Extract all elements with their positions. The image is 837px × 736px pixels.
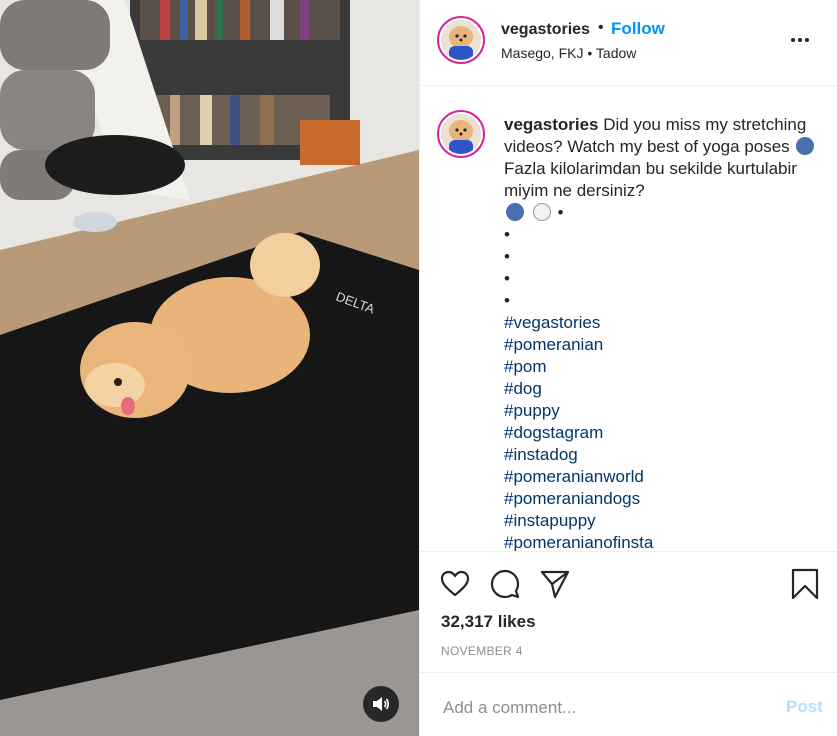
hashtag-link[interactable]: #pomeranianofinsta [504, 532, 819, 551]
caption-bullet: • [504, 247, 510, 266]
post-header: vegastories • Follow Masego, FKJ • Tadow [420, 0, 837, 86]
caption-bullet: • [504, 291, 510, 310]
sound-toggle-button[interactable] [363, 686, 399, 722]
username-link[interactable]: vegastories [501, 21, 590, 39]
comment-input[interactable] [441, 692, 745, 724]
caption-avatar[interactable] [437, 110, 485, 158]
caption-bullet: • [504, 225, 510, 244]
post-date: NOVEMBER 4 [441, 644, 523, 658]
hashtag-link[interactable]: #dogstagram [504, 422, 819, 444]
post-video[interactable]: DELTA [0, 0, 419, 736]
ghost-emoji-icon [532, 203, 551, 221]
likes-count[interactable]: 32,317 likes [441, 612, 536, 632]
dog-avatar-icon [441, 20, 481, 60]
hashtag-link[interactable]: #pomeranian [504, 334, 819, 356]
location-separator: • [587, 45, 593, 61]
post-sidebar: vegastories • Follow Masego, FKJ • Tadow [419, 0, 837, 736]
dog-face-emoji-icon [506, 203, 524, 221]
hashtag-link[interactable]: #vegastories [504, 312, 819, 334]
hashtag-link[interactable]: #instadog [504, 444, 819, 466]
caption-section: vegastories Did you miss my stretching v… [420, 86, 837, 552]
location-line: Masego, FKJ • Tadow [501, 45, 636, 61]
hashtag-link[interactable]: #pomeranianworld [504, 466, 819, 488]
post-comment-button[interactable]: Post [786, 697, 823, 717]
dog-avatar-icon [441, 114, 481, 154]
hashtag-link[interactable]: #puppy [504, 400, 819, 422]
caption-username-link[interactable]: vegastories [504, 115, 599, 134]
video-frame: DELTA [0, 0, 419, 736]
hashtag-link[interactable]: #pomeraniandogs [504, 488, 819, 510]
caption-dot: • [557, 203, 564, 222]
caption-bullet: • [504, 269, 510, 288]
more-options-icon[interactable] [790, 30, 816, 50]
hashtag-link[interactable]: #dog [504, 378, 819, 400]
dog-face-emoji-icon [796, 137, 815, 155]
hashtag-link[interactable]: #instapuppy [504, 510, 819, 532]
share-icon[interactable] [539, 568, 571, 600]
separator-dot: • [598, 19, 604, 36]
heart-icon[interactable] [439, 568, 471, 600]
caption-text: vegastories Did you miss my stretching v… [504, 114, 819, 551]
speaker-icon [373, 697, 390, 711]
action-bar: 32,317 likes NOVEMBER 4 [420, 553, 837, 673]
location-link[interactable]: Masego, FKJ [501, 45, 583, 61]
hashtag-link[interactable]: #pom [504, 356, 819, 378]
caption-line2: Fazla kilolarimdan bu sekilde kurtulabir… [504, 159, 797, 200]
follow-button[interactable]: Follow [611, 19, 665, 39]
bookmark-icon[interactable] [789, 568, 821, 600]
audio-link[interactable]: Tadow [596, 45, 636, 61]
comment-icon[interactable] [489, 568, 521, 600]
avatar[interactable] [437, 16, 485, 64]
